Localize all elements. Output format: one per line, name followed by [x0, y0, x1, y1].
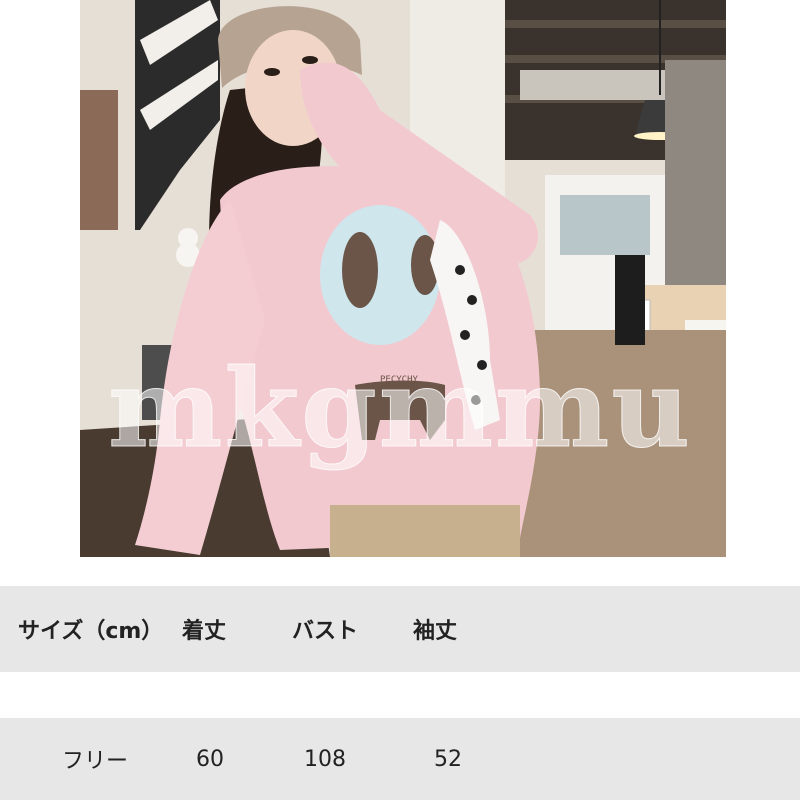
sweater-text: PECYCHY: [380, 375, 419, 385]
length-value: 60: [196, 746, 224, 772]
bust-value: 108: [304, 746, 346, 772]
sleeve-length-value: 52: [434, 746, 462, 772]
brick-wall: [665, 60, 726, 300]
table-row: フリー 60 108 52: [0, 718, 800, 800]
hanging-cloth: [80, 90, 118, 230]
header-sleeve-length: 袖丈: [413, 619, 458, 644]
pants: [330, 505, 520, 557]
header-bust: バスト: [292, 619, 359, 644]
header-length: 着丈: [182, 619, 227, 644]
header-size-cm: サイズ（cm）: [18, 619, 164, 644]
size-label: フリー: [62, 749, 129, 774]
table-header-row: サイズ（cm） 着丈 バスト 袖丈: [0, 586, 800, 672]
product-photo: PECYCHY: [80, 0, 726, 557]
